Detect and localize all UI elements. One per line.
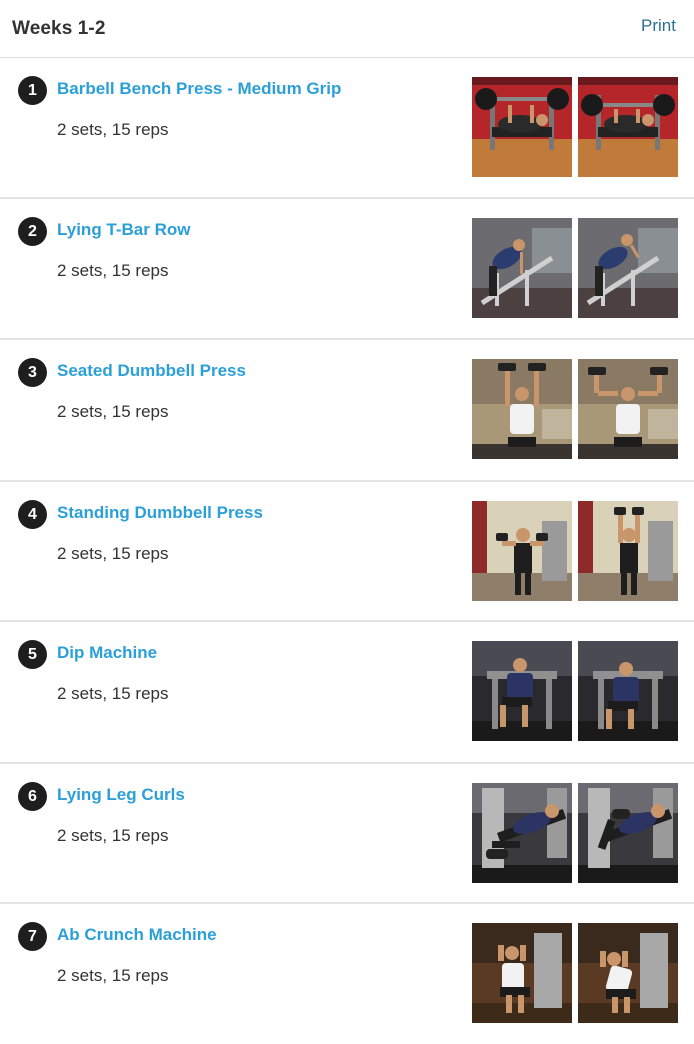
exercise-name-link[interactable]: Lying T-Bar Row — [57, 220, 191, 240]
exercise-image-start[interactable] — [472, 783, 572, 883]
exercise-image-start[interactable] — [472, 77, 572, 177]
exercise-row: 4 Standing Dumbbell Press 2 sets, 15 rep… — [0, 482, 694, 622]
exercise-sets-reps: 2 sets, 15 reps — [57, 120, 169, 139]
exercise-number-badge: 1 — [18, 76, 47, 105]
exercise-image-start[interactable] — [472, 501, 572, 601]
exercise-image-start[interactable] — [472, 359, 572, 459]
exercise-image-end[interactable] — [578, 77, 678, 177]
exercise-image-end[interactable] — [578, 923, 678, 1023]
exercise-sets-reps: 2 sets, 15 reps — [57, 684, 169, 703]
exercise-image-start[interactable] — [472, 641, 572, 741]
exercise-name-link[interactable]: Barbell Bench Press - Medium Grip — [57, 79, 341, 99]
exercise-image-end[interactable] — [578, 501, 678, 601]
exercise-row: 2 Lying T-Bar Row 2 sets, 15 reps — [0, 199, 694, 340]
exercise-image-start[interactable] — [472, 923, 572, 1023]
print-link[interactable]: Print — [641, 16, 676, 36]
page-title: Weeks 1-2 — [12, 17, 106, 39]
exercise-number-badge: 2 — [18, 217, 47, 246]
exercise-number-badge: 6 — [18, 782, 47, 811]
exercise-sets-reps: 2 sets, 15 reps — [57, 402, 169, 421]
exercise-number-badge: 4 — [18, 500, 47, 529]
exercise-name-link[interactable]: Seated Dumbbell Press — [57, 361, 246, 381]
page-header: Weeks 1-2 Print — [0, 0, 694, 58]
exercise-sets-reps: 2 sets, 15 reps — [57, 261, 169, 280]
exercise-image-end[interactable] — [578, 641, 678, 741]
exercise-name-link[interactable]: Lying Leg Curls — [57, 785, 185, 805]
exercise-sets-reps: 2 sets, 15 reps — [57, 826, 169, 845]
exercise-row: 5 Dip Machine 2 sets, 15 reps — [0, 622, 694, 764]
exercise-number-badge: 7 — [18, 922, 47, 951]
exercise-number-badge: 3 — [18, 358, 47, 387]
exercise-row: 1 Barbell Bench Press - Medium Grip 2 se… — [0, 58, 694, 199]
exercise-sets-reps: 2 sets, 15 reps — [57, 544, 169, 563]
exercise-image-end[interactable] — [578, 359, 678, 459]
exercise-image-end[interactable] — [578, 783, 678, 883]
exercise-name-link[interactable]: Ab Crunch Machine — [57, 925, 217, 945]
exercise-row: 7 Ab Crunch Machine 2 sets, 15 reps — [0, 904, 694, 1044]
exercise-row: 6 Lying Leg Curls 2 sets, 15 reps — [0, 764, 694, 904]
exercise-image-end[interactable] — [578, 218, 678, 318]
exercise-row: 3 Seated Dumbbell Press 2 sets, 15 reps — [0, 340, 694, 482]
exercise-name-link[interactable]: Standing Dumbbell Press — [57, 503, 263, 523]
exercise-image-start[interactable] — [472, 218, 572, 318]
exercise-name-link[interactable]: Dip Machine — [57, 643, 157, 663]
exercise-number-badge: 5 — [18, 640, 47, 669]
exercise-sets-reps: 2 sets, 15 reps — [57, 966, 169, 985]
